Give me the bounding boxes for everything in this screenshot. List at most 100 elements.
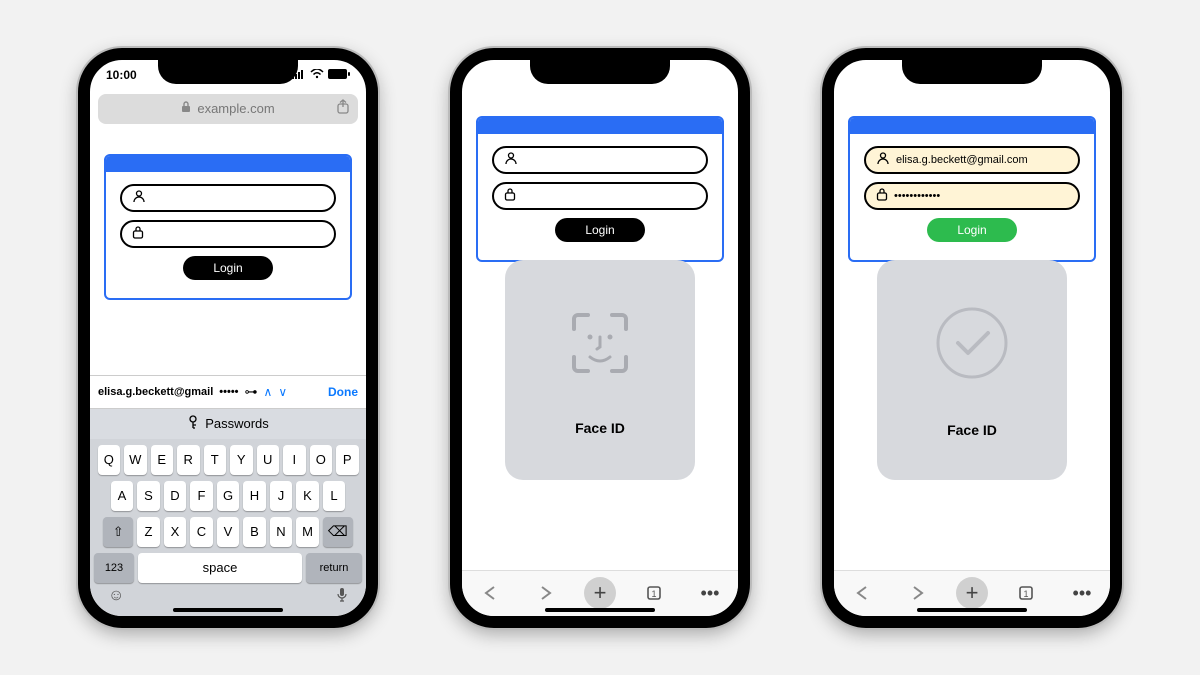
person-icon bbox=[132, 189, 146, 206]
keyboard-accessory: elisa.g.beckett@gmail ••••• ⊶ ∧ ∨ Done bbox=[90, 375, 366, 409]
key-r[interactable]: R bbox=[177, 445, 200, 475]
home-indicator[interactable] bbox=[917, 608, 1027, 612]
home-indicator[interactable] bbox=[545, 608, 655, 612]
key-b[interactable]: B bbox=[243, 517, 266, 547]
key-v[interactable]: V bbox=[217, 517, 240, 547]
faceid-success: Face ID bbox=[877, 260, 1067, 480]
key-u[interactable]: U bbox=[257, 445, 280, 475]
login-card: Login bbox=[476, 116, 724, 262]
shift-key[interactable]: ⇧ bbox=[103, 517, 133, 547]
key-e[interactable]: E bbox=[151, 445, 174, 475]
space-key[interactable]: space bbox=[138, 553, 302, 583]
key-n[interactable]: N bbox=[270, 517, 293, 547]
login-button[interactable]: Login bbox=[555, 218, 645, 242]
phone-screen-2: Login Face ID + 1 ••• bbox=[450, 48, 750, 628]
key-q[interactable]: Q bbox=[98, 445, 121, 475]
key-o[interactable]: O bbox=[310, 445, 333, 475]
passwords-bar[interactable]: Passwords bbox=[90, 409, 366, 439]
battery-icon bbox=[328, 68, 350, 82]
tabs-button[interactable]: 1 bbox=[1008, 575, 1044, 611]
keyboard-row-bottom: 123 space return bbox=[94, 553, 362, 583]
new-tab-button[interactable]: + bbox=[956, 577, 988, 609]
key-c[interactable]: C bbox=[190, 517, 213, 547]
key-a[interactable]: A bbox=[111, 481, 134, 511]
notch bbox=[530, 58, 670, 84]
username-field[interactable] bbox=[120, 184, 336, 212]
key-p[interactable]: P bbox=[336, 445, 359, 475]
card-titlebar bbox=[478, 118, 722, 134]
forward-button[interactable] bbox=[900, 575, 936, 611]
key-d[interactable]: D bbox=[164, 481, 187, 511]
chevron-up-icon[interactable]: ∧ bbox=[264, 385, 273, 399]
login-card: Login bbox=[104, 154, 352, 300]
keyboard-row-3: ⇧ ZXCVBNM ⌫ bbox=[94, 517, 362, 547]
key-icon bbox=[187, 415, 199, 432]
keyboard[interactable]: elisa.g.beckett@gmail ••••• ⊶ ∧ ∨ Done P… bbox=[90, 375, 366, 616]
backspace-key[interactable]: ⌫ bbox=[323, 517, 353, 547]
more-button[interactable]: ••• bbox=[1064, 575, 1100, 611]
keyboard-done-button[interactable]: Done bbox=[328, 385, 358, 399]
wifi-icon bbox=[310, 68, 324, 82]
faceid-prompt: Face ID bbox=[505, 260, 695, 480]
mic-key[interactable] bbox=[336, 587, 348, 608]
page-content: elisa.g.beckett@gmail.com •••••••••••• L… bbox=[834, 90, 1110, 280]
key-k[interactable]: K bbox=[296, 481, 319, 511]
lock-icon bbox=[132, 225, 144, 242]
key-l[interactable]: L bbox=[323, 481, 346, 511]
lock-icon bbox=[504, 187, 516, 204]
share-icon[interactable] bbox=[336, 99, 350, 118]
faceid-icon bbox=[560, 303, 640, 388]
notch bbox=[158, 58, 298, 84]
key-z[interactable]: Z bbox=[137, 517, 160, 547]
key-w[interactable]: W bbox=[124, 445, 147, 475]
passwords-label: Passwords bbox=[205, 416, 269, 431]
more-button[interactable]: ••• bbox=[692, 575, 728, 611]
password-field[interactable]: •••••••••••• bbox=[864, 182, 1080, 210]
password-field[interactable] bbox=[492, 182, 708, 210]
key-x[interactable]: X bbox=[164, 517, 187, 547]
login-button[interactable]: Login bbox=[183, 256, 273, 280]
key-icon[interactable]: ⊶ bbox=[245, 384, 258, 400]
card-titlebar bbox=[106, 156, 350, 172]
username-field[interactable]: elisa.g.beckett@gmail.com bbox=[864, 146, 1080, 174]
page-content: Login bbox=[90, 128, 366, 318]
key-t[interactable]: T bbox=[204, 445, 227, 475]
numbers-key[interactable]: 123 bbox=[94, 553, 134, 583]
key-h[interactable]: H bbox=[243, 481, 266, 511]
key-s[interactable]: S bbox=[137, 481, 160, 511]
status-right bbox=[292, 68, 350, 82]
autofill-suggestion-user[interactable]: elisa.g.beckett@gmail bbox=[98, 386, 213, 398]
login-button[interactable]: Login bbox=[927, 218, 1017, 242]
return-key[interactable]: return bbox=[306, 553, 362, 583]
password-value: •••••••••••• bbox=[894, 190, 940, 202]
address-bar[interactable]: example.com bbox=[98, 94, 358, 124]
faceid-label: Face ID bbox=[947, 422, 997, 438]
lock-icon bbox=[876, 187, 888, 204]
svg-text:1: 1 bbox=[651, 589, 656, 599]
notch bbox=[902, 58, 1042, 84]
phone-screen-3: elisa.g.beckett@gmail.com •••••••••••• L… bbox=[822, 48, 1122, 628]
new-tab-button[interactable]: + bbox=[584, 577, 616, 609]
home-indicator[interactable] bbox=[173, 608, 283, 612]
phone-screen-1: 10:00 example.com bbox=[78, 48, 378, 628]
key-i[interactable]: I bbox=[283, 445, 306, 475]
username-value: elisa.g.beckett@gmail.com bbox=[896, 154, 1028, 166]
username-field[interactable] bbox=[492, 146, 708, 174]
key-m[interactable]: M bbox=[296, 517, 319, 547]
forward-button[interactable] bbox=[528, 575, 564, 611]
autofill-suggestion-pw[interactable]: ••••• bbox=[219, 386, 238, 398]
back-button[interactable] bbox=[472, 575, 508, 611]
key-y[interactable]: Y bbox=[230, 445, 253, 475]
person-icon bbox=[876, 151, 890, 168]
tabs-button[interactable]: 1 bbox=[636, 575, 672, 611]
checkmark-circle-icon bbox=[930, 301, 1014, 390]
password-field[interactable] bbox=[120, 220, 336, 248]
key-f[interactable]: F bbox=[190, 481, 213, 511]
key-j[interactable]: J bbox=[270, 481, 293, 511]
card-titlebar bbox=[850, 118, 1094, 134]
key-g[interactable]: G bbox=[217, 481, 240, 511]
back-button[interactable] bbox=[844, 575, 880, 611]
chevron-down-icon[interactable]: ∨ bbox=[278, 385, 287, 399]
login-card: elisa.g.beckett@gmail.com •••••••••••• L… bbox=[848, 116, 1096, 262]
emoji-key[interactable]: ☺ bbox=[108, 587, 124, 608]
